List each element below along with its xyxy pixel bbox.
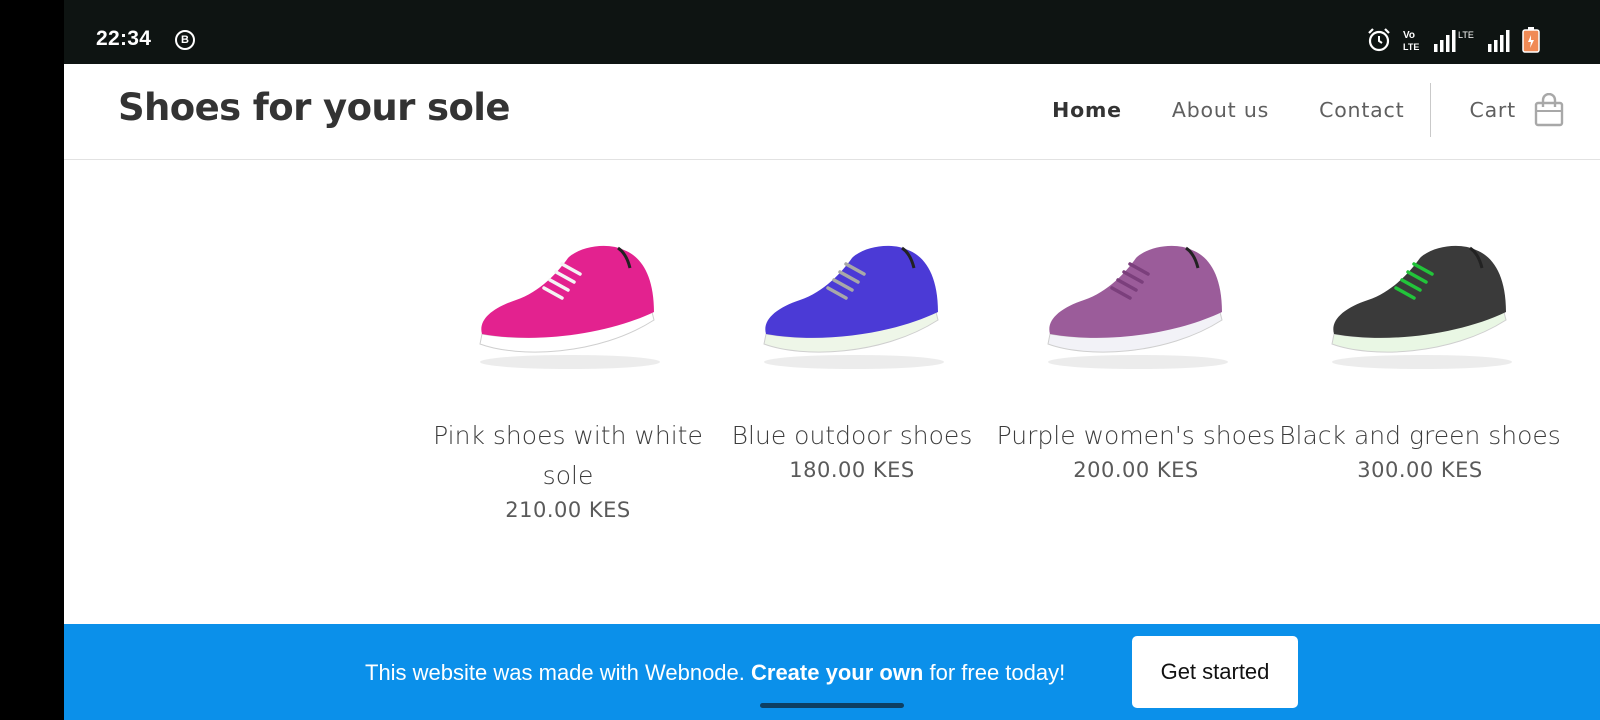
product-card[interactable]: Pink shoes with white sole 210.00 KES <box>426 196 710 522</box>
home-indicator[interactable] <box>760 703 904 708</box>
alarm-icon <box>1368 28 1390 52</box>
banner-text-end: for free today! <box>923 660 1066 685</box>
volte-icon: Vo LTE <box>1403 30 1419 52</box>
product-name[interactable]: Black and green shoes <box>1278 416 1562 456</box>
product-grid: Pink shoes with white sole 210.00 KES Bl… <box>426 196 1586 522</box>
product-price: 200.00 KES <box>1073 458 1199 482</box>
main-nav: Home About us Contact Cart <box>1002 82 1564 138</box>
nav-about-us[interactable]: About us <box>1172 98 1269 122</box>
svg-text:LTE: LTE <box>1458 30 1474 40</box>
battery-icon <box>1522 27 1540 53</box>
product-image[interactable] <box>710 196 994 396</box>
notification-badge-icon: B <box>175 30 195 50</box>
banner-text-bold: Create your own <box>751 660 924 685</box>
banner-text-start: This website was made with Webnode. <box>365 660 751 685</box>
nav-contact[interactable]: Contact <box>1319 98 1404 122</box>
product-image[interactable] <box>1278 196 1562 396</box>
product-image[interactable] <box>994 196 1278 396</box>
signal-icon: LTE <box>1434 30 1474 52</box>
shoe-image-icon <box>1047 245 1228 369</box>
nav-home[interactable]: Home <box>1052 98 1122 122</box>
get-started-button[interactable]: Get started <box>1132 636 1298 708</box>
product-name[interactable]: Purple women's shoes <box>994 416 1278 456</box>
product-card[interactable]: Purple women's shoes 200.00 KES <box>994 196 1278 522</box>
device-screen: 22:34 B Vo LTE LTE Shoes for your sole H… <box>64 0 1600 720</box>
status-bar: 22:34 B Vo LTE LTE <box>64 0 1600 64</box>
product-price: 300.00 KES <box>1357 458 1483 482</box>
product-name[interactable]: Blue outdoor shoes <box>710 416 994 456</box>
product-price: 180.00 KES <box>789 458 915 482</box>
site-title[interactable]: Shoes for your sole <box>118 86 510 129</box>
product-card[interactable]: Black and green shoes 300.00 KES <box>1278 196 1562 522</box>
product-card[interactable]: Blue outdoor shoes 180.00 KES <box>710 196 994 522</box>
product-price: 210.00 KES <box>505 498 631 522</box>
nav-divider <box>1430 83 1432 137</box>
status-time: 22:34 <box>96 27 152 50</box>
shoe-image-icon <box>763 245 944 369</box>
status-icons: Vo LTE LTE <box>1366 26 1540 54</box>
site-header: Shoes for your sole Home About us Contac… <box>64 64 1600 160</box>
svg-text:LTE: LTE <box>1403 42 1419 52</box>
product-image[interactable] <box>426 196 710 396</box>
shoe-image-icon <box>479 245 660 369</box>
cart-label: Cart <box>1469 98 1516 122</box>
shoe-image-icon <box>1331 245 1512 369</box>
svg-text:Vo: Vo <box>1403 30 1415 41</box>
banner-text: This website was made with Webnode. Crea… <box>365 660 1065 686</box>
signal-icon <box>1488 30 1510 52</box>
shopping-bag-icon <box>1534 93 1564 127</box>
product-name[interactable]: Pink shoes with white sole <box>426 416 710 496</box>
cart-link[interactable]: Cart <box>1469 93 1564 127</box>
